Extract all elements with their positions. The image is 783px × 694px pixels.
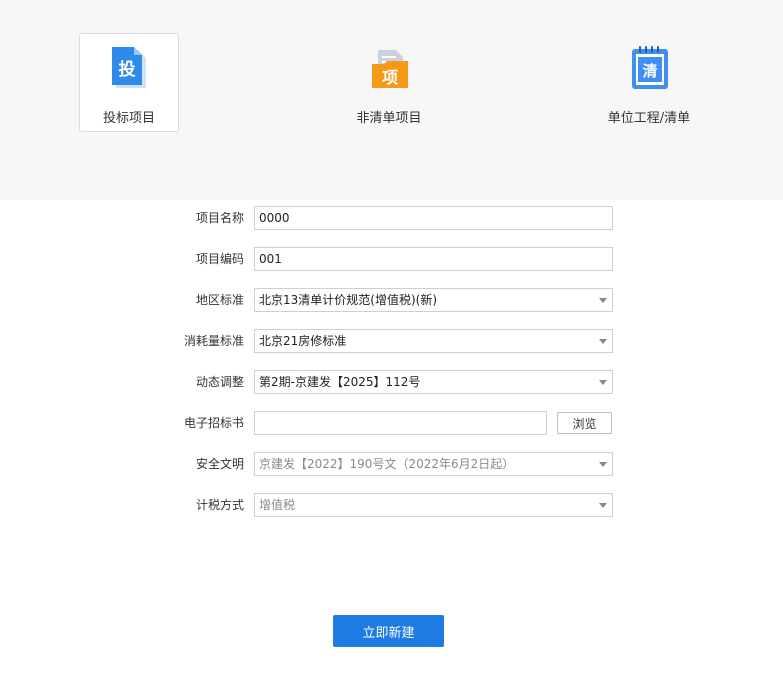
project-name-input[interactable] — [254, 206, 613, 230]
safety-civilization-value: 京建发【2022】190号文（2022年6月2日起） — [259, 457, 515, 471]
chevron-down-icon — [599, 380, 607, 385]
row-region-standard: 地区标准 北京13清单计价规范(增值税)(新) — [0, 288, 783, 312]
row-project-code: 项目编码 — [0, 247, 783, 271]
bid-document-icon: 投 — [112, 47, 146, 88]
chevron-down-icon — [599, 462, 607, 467]
region-standard-select[interactable]: 北京13清单计价规范(增值税)(新) — [254, 288, 613, 312]
safety-civilization-label: 安全文明 — [195, 457, 244, 471]
row-tax-method: 计税方式 增值税 — [0, 493, 783, 517]
project-code-input[interactable] — [254, 247, 613, 271]
row-safety-civilization: 安全文明 京建发【2022】190号文（2022年6月2日起） — [0, 452, 783, 476]
row-consumption-standard: 消耗量标准 北京21房修标准 — [0, 329, 783, 353]
dynamic-adjustment-select[interactable]: 第2期-京建发【2025】112号 — [254, 370, 613, 394]
project-code-label: 项目编码 — [195, 252, 244, 266]
project-type-bid[interactable]: 投 投标项目 — [79, 33, 179, 132]
project-type-unit-list[interactable]: 清 单位工程/清单 — [599, 33, 699, 132]
project-name-label: 项目名称 — [195, 211, 244, 225]
bid-icon-glyph: 投 — [119, 59, 136, 80]
non-list-folder-icon: 项 — [372, 50, 408, 88]
row-project-name: 项目名称 — [0, 206, 783, 230]
row-dynamic-adjustment: 动态调整 第2期-京建发【2025】112号 — [0, 370, 783, 394]
project-type-panel: 投 投标项目 项 非清单项目 清 单位工程/清单 — [0, 0, 783, 200]
chevron-down-icon — [599, 503, 607, 508]
list-notebook-icon: 清 — [632, 46, 668, 89]
row-e-tender: 电子招标书 浏览 — [0, 411, 783, 435]
project-type-bid-label: 投标项目 — [102, 111, 155, 126]
tax-method-select[interactable]: 增值税 — [254, 493, 613, 517]
tax-method-label: 计税方式 — [195, 498, 244, 512]
chevron-down-icon — [599, 339, 607, 344]
project-type-unit-list-label: 单位工程/清单 — [607, 111, 691, 126]
dynamic-adjustment-label: 动态调整 — [195, 375, 244, 389]
safety-civilization-select[interactable]: 京建发【2022】190号文（2022年6月2日起） — [254, 452, 613, 476]
region-standard-label: 地区标准 — [195, 293, 244, 307]
project-type-non-list[interactable]: 项 非清单项目 — [339, 33, 439, 132]
consumption-standard-label: 消耗量标准 — [183, 334, 244, 348]
create-now-button[interactable]: 立即新建 — [333, 615, 444, 647]
region-standard-value: 北京13清单计价规范(增值税)(新) — [259, 293, 437, 307]
non-list-icon-glyph: 项 — [382, 68, 398, 87]
project-type-non-list-label: 非清单项目 — [356, 111, 422, 126]
consumption-standard-select[interactable]: 北京21房修标准 — [254, 329, 613, 353]
tax-method-value: 增值税 — [259, 498, 296, 512]
browse-button[interactable]: 浏览 — [557, 412, 612, 434]
list-icon-glyph: 清 — [642, 62, 657, 80]
consumption-standard-value: 北京21房修标准 — [259, 334, 347, 348]
chevron-down-icon — [599, 298, 607, 303]
e-tender-input[interactable] — [254, 411, 547, 435]
e-tender-label: 电子招标书 — [183, 416, 244, 430]
dynamic-adjustment-value: 第2期-京建发【2025】112号 — [259, 375, 421, 389]
